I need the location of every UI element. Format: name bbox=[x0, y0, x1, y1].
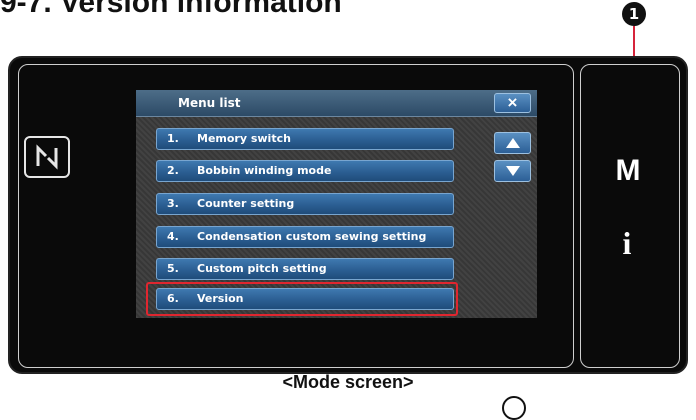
menu-item-bobbin-winding-mode[interactable]: 2. Bobbin winding mode bbox=[156, 160, 454, 182]
menu-item-label: Counter setting bbox=[197, 197, 295, 210]
section-heading: 9-7. Version information bbox=[0, 0, 342, 19]
menu-item-number: 5. bbox=[167, 262, 179, 275]
menu-item-counter-setting[interactable]: 3. Counter setting bbox=[156, 193, 454, 215]
version-highlight-frame bbox=[146, 282, 458, 316]
menu-item-number: 4. bbox=[167, 230, 179, 243]
menu-item-number: 2. bbox=[167, 164, 179, 177]
menu-item-condensation-custom-sewing[interactable]: 4. Condensation custom sewing setting bbox=[156, 226, 454, 248]
menu-list-screen: Menu list × 1. Memory switch 2. Bobbin w… bbox=[136, 90, 537, 318]
nfc-icon bbox=[24, 136, 70, 178]
menu-item-label: Memory switch bbox=[197, 132, 291, 145]
close-button[interactable]: × bbox=[494, 93, 531, 113]
menu-item-number: 1. bbox=[167, 132, 179, 145]
scroll-up-button[interactable] bbox=[494, 132, 531, 154]
side-key-panel bbox=[580, 64, 680, 368]
callout-circle bbox=[502, 396, 526, 420]
menu-item-memory-switch[interactable]: 1. Memory switch bbox=[156, 128, 454, 150]
mode-key[interactable]: M bbox=[608, 154, 648, 188]
scroll-up-icon bbox=[506, 138, 520, 148]
menu-title: Menu list bbox=[178, 96, 241, 110]
scroll-down-button[interactable] bbox=[494, 160, 531, 182]
menu-item-label: Custom pitch setting bbox=[197, 262, 327, 275]
callout-marker: 1 bbox=[622, 2, 646, 26]
scroll-down-icon bbox=[506, 166, 520, 176]
menu-item-number: 3. bbox=[167, 197, 179, 210]
menu-title-bar: Menu list × bbox=[136, 90, 537, 117]
close-icon: × bbox=[507, 93, 518, 112]
figure-caption: <Mode screen> bbox=[282, 372, 414, 392]
menu-item-custom-pitch-setting[interactable]: 5. Custom pitch setting bbox=[156, 258, 454, 280]
info-key[interactable]: i bbox=[612, 225, 642, 262]
menu-item-label: Bobbin winding mode bbox=[197, 164, 332, 177]
menu-item-label: Condensation custom sewing setting bbox=[197, 230, 427, 243]
